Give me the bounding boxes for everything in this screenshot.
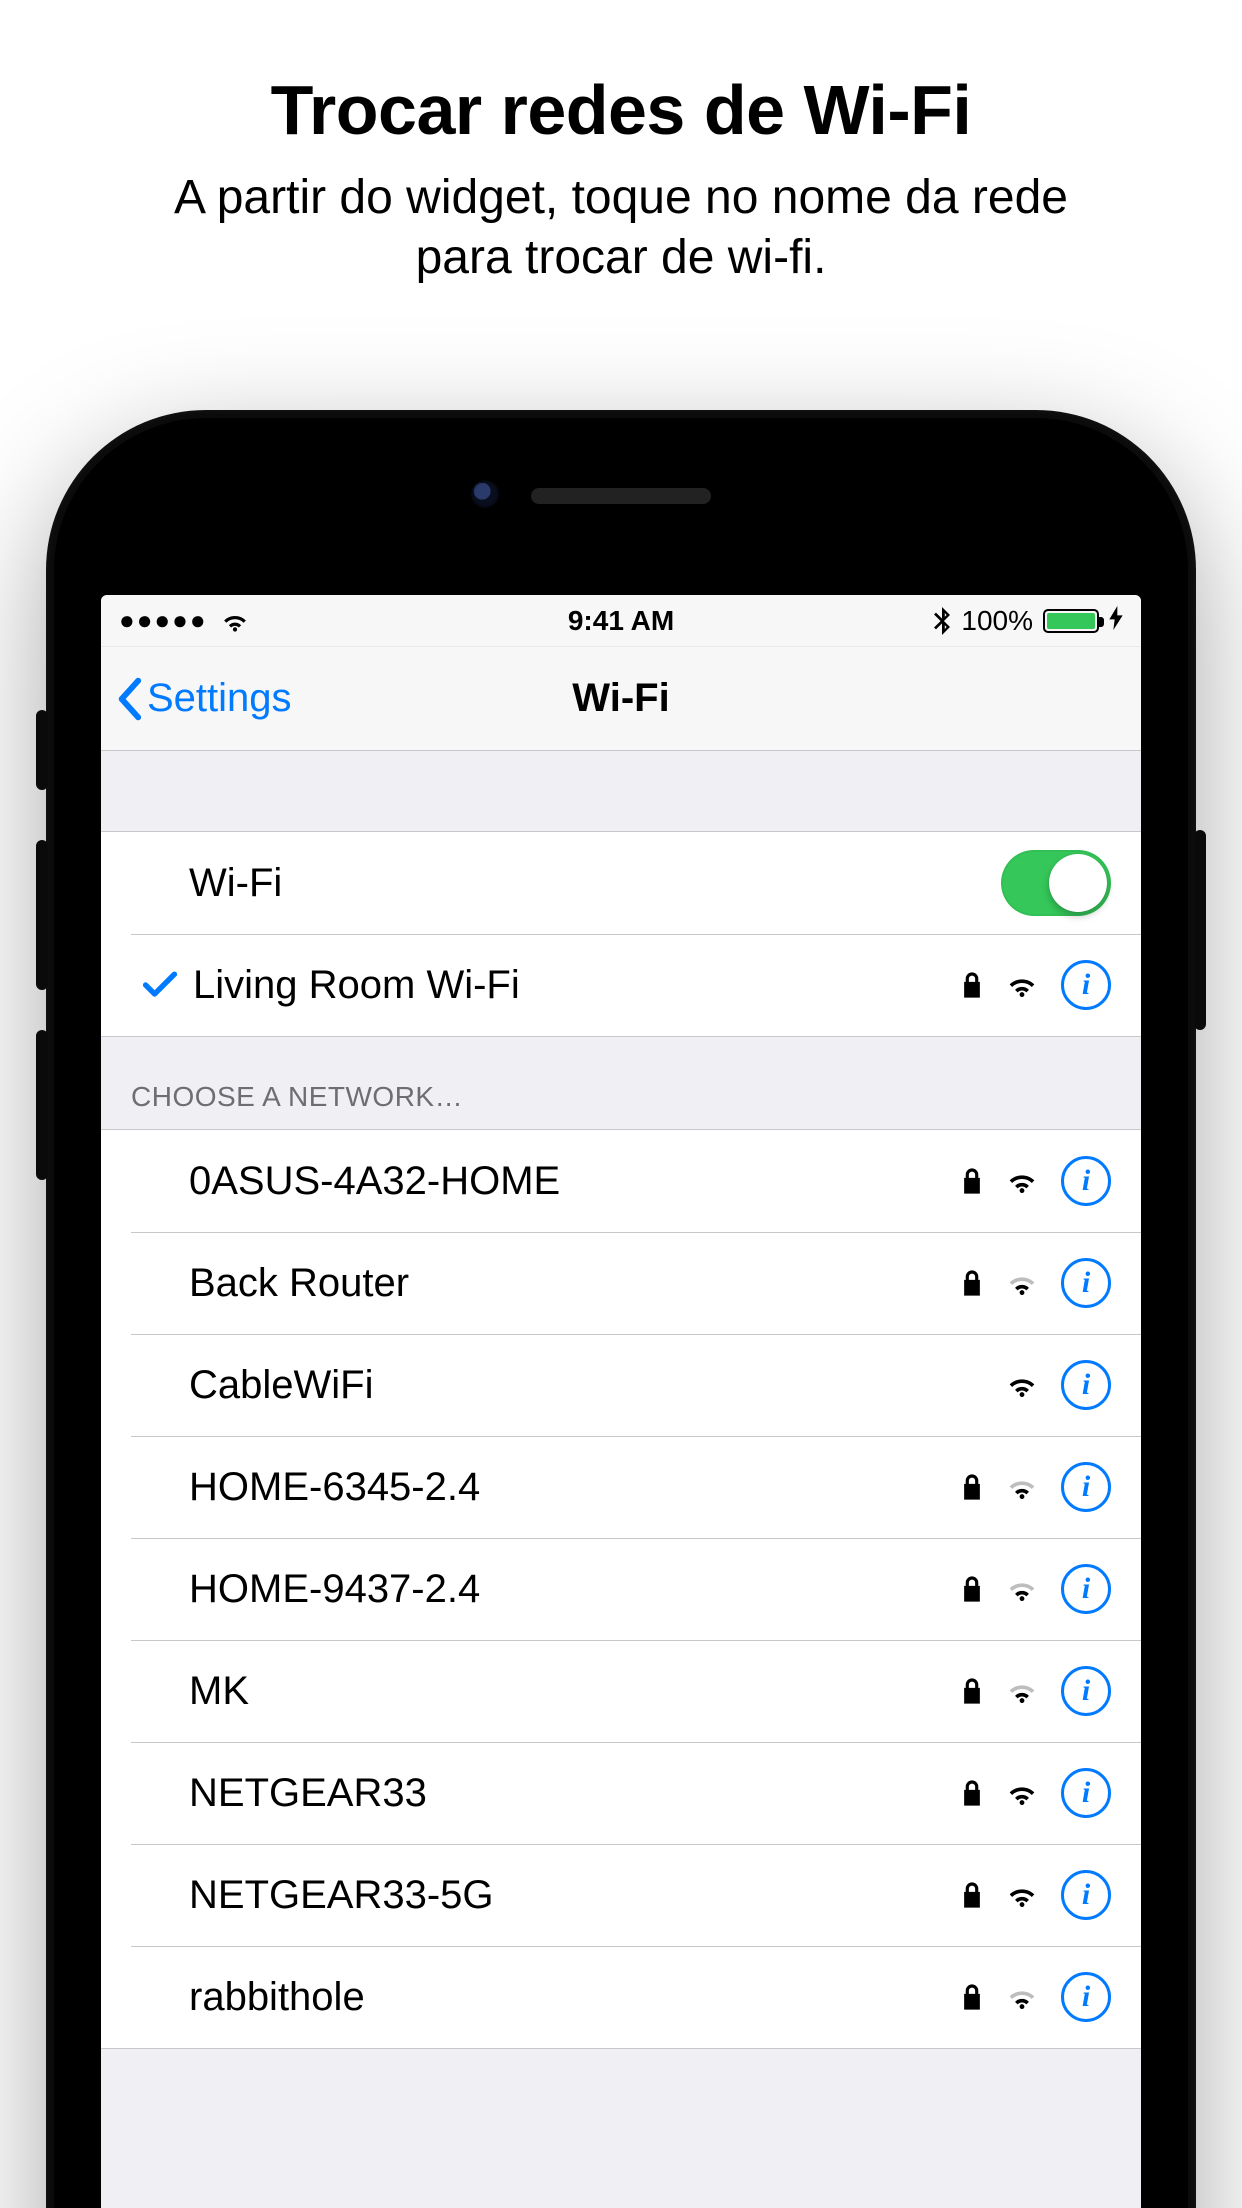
phone-volume-down (36, 1030, 48, 1180)
status-bar: ●●●●● 9:41 AM 100% (101, 595, 1141, 647)
wifi-toggle-switch[interactable] (1001, 850, 1111, 916)
charging-icon (1109, 606, 1123, 636)
promo-subtitle: A partir do widget, toque no nome da red… (0, 168, 1242, 288)
phone-speaker (531, 488, 711, 504)
network-row[interactable]: Back Router i (101, 1232, 1141, 1334)
wifi-signal-icon (1005, 1474, 1039, 1500)
battery-percent: 100% (961, 605, 1033, 637)
lock-icon (961, 1982, 983, 2012)
info-button[interactable]: i (1061, 1870, 1111, 1920)
info-button[interactable]: i (1061, 1666, 1111, 1716)
network-name: CableWiFi (131, 1363, 1005, 1408)
lock-icon (961, 1574, 983, 1604)
available-networks-group: 0ASUS-4A32-HOMEiBack RouteriCableWiFiiHO… (101, 1129, 1141, 2049)
wifi-main-group: Wi-Fi Living Room Wi-Fi (101, 831, 1141, 1037)
lock-icon (961, 1268, 983, 1298)
network-row[interactable]: 0ASUS-4A32-HOME i (101, 1130, 1141, 1232)
network-name: HOME-9437-2.4 (131, 1567, 961, 1612)
network-row[interactable]: MK i (101, 1640, 1141, 1742)
phone-power-button (1194, 830, 1206, 1030)
connected-network-name: Living Room Wi-Fi (189, 963, 961, 1008)
wifi-signal-icon (1005, 1576, 1039, 1602)
lock-icon (961, 1880, 983, 1910)
lock-icon (961, 1166, 983, 1196)
status-time: 9:41 AM (568, 605, 674, 637)
group-spacer (101, 751, 1141, 831)
back-label: Settings (147, 676, 292, 721)
phone-front-camera (471, 480, 499, 508)
network-name: NETGEAR33 (131, 1771, 961, 1816)
info-button[interactable]: i (1061, 1564, 1111, 1614)
phone-screen: ●●●●● 9:41 AM 100% (101, 595, 1141, 2208)
info-button[interactable]: i (1061, 1972, 1111, 2022)
info-button[interactable]: i (1061, 1258, 1111, 1308)
nav-title: Wi-Fi (572, 676, 669, 721)
settings-scroll[interactable]: Wi-Fi Living Room Wi-Fi (101, 751, 1141, 2208)
network-row[interactable]: NETGEAR33-5G i (101, 1844, 1141, 1946)
lock-icon (961, 970, 983, 1000)
wifi-signal-icon (1005, 1372, 1039, 1398)
chevron-left-icon (115, 677, 143, 721)
wifi-signal-icon (1005, 972, 1039, 998)
network-name: rabbithole (131, 1975, 961, 2020)
wifi-status-icon (220, 609, 250, 633)
info-button[interactable]: i (1061, 1360, 1111, 1410)
wifi-signal-icon (1005, 1882, 1039, 1908)
phone-mute-switch (36, 710, 48, 790)
back-button[interactable]: Settings (115, 676, 292, 721)
bluetooth-icon (933, 607, 951, 635)
network-row[interactable]: HOME-6345-2.4 i (101, 1436, 1141, 1538)
wifi-signal-icon (1005, 1984, 1039, 2010)
wifi-signal-icon (1005, 1780, 1039, 1806)
lock-icon (961, 1778, 983, 1808)
wifi-toggle-row[interactable]: Wi-Fi (101, 832, 1141, 934)
info-button[interactable]: i (1061, 1768, 1111, 1818)
checkmark-icon (131, 969, 189, 1001)
wifi-signal-icon (1005, 1678, 1039, 1704)
network-row[interactable]: NETGEAR33 i (101, 1742, 1141, 1844)
wifi-signal-icon (1005, 1270, 1039, 1296)
info-button[interactable]: i (1061, 1156, 1111, 1206)
network-name: NETGEAR33-5G (131, 1873, 961, 1918)
nav-bar: Settings Wi-Fi (101, 647, 1141, 751)
wifi-toggle-label: Wi-Fi (131, 861, 1001, 906)
network-row[interactable]: rabbithole i (101, 1946, 1141, 2048)
network-name: HOME-6345-2.4 (131, 1465, 961, 1510)
battery-icon (1043, 609, 1099, 633)
phone-frame: ●●●●● 9:41 AM 100% (46, 410, 1196, 2208)
choose-network-header: CHOOSE A NETWORK… (101, 1037, 1141, 1129)
network-row[interactable]: HOME-9437-2.4 i (101, 1538, 1141, 1640)
network-name: Back Router (131, 1261, 961, 1306)
network-name: MK (131, 1669, 961, 1714)
network-name: 0ASUS-4A32-HOME (131, 1159, 961, 1204)
connected-network-row[interactable]: Living Room Wi-Fi i (101, 934, 1141, 1036)
signal-dots-icon: ●●●●● (119, 605, 208, 636)
phone-volume-up (36, 840, 48, 990)
wifi-signal-icon (1005, 1168, 1039, 1194)
lock-icon (961, 1676, 983, 1706)
network-row[interactable]: CableWiFi i (101, 1334, 1141, 1436)
promo-title: Trocar redes de Wi-Fi (0, 70, 1242, 150)
lock-icon (961, 1472, 983, 1502)
info-button[interactable]: i (1061, 960, 1111, 1010)
info-button[interactable]: i (1061, 1462, 1111, 1512)
